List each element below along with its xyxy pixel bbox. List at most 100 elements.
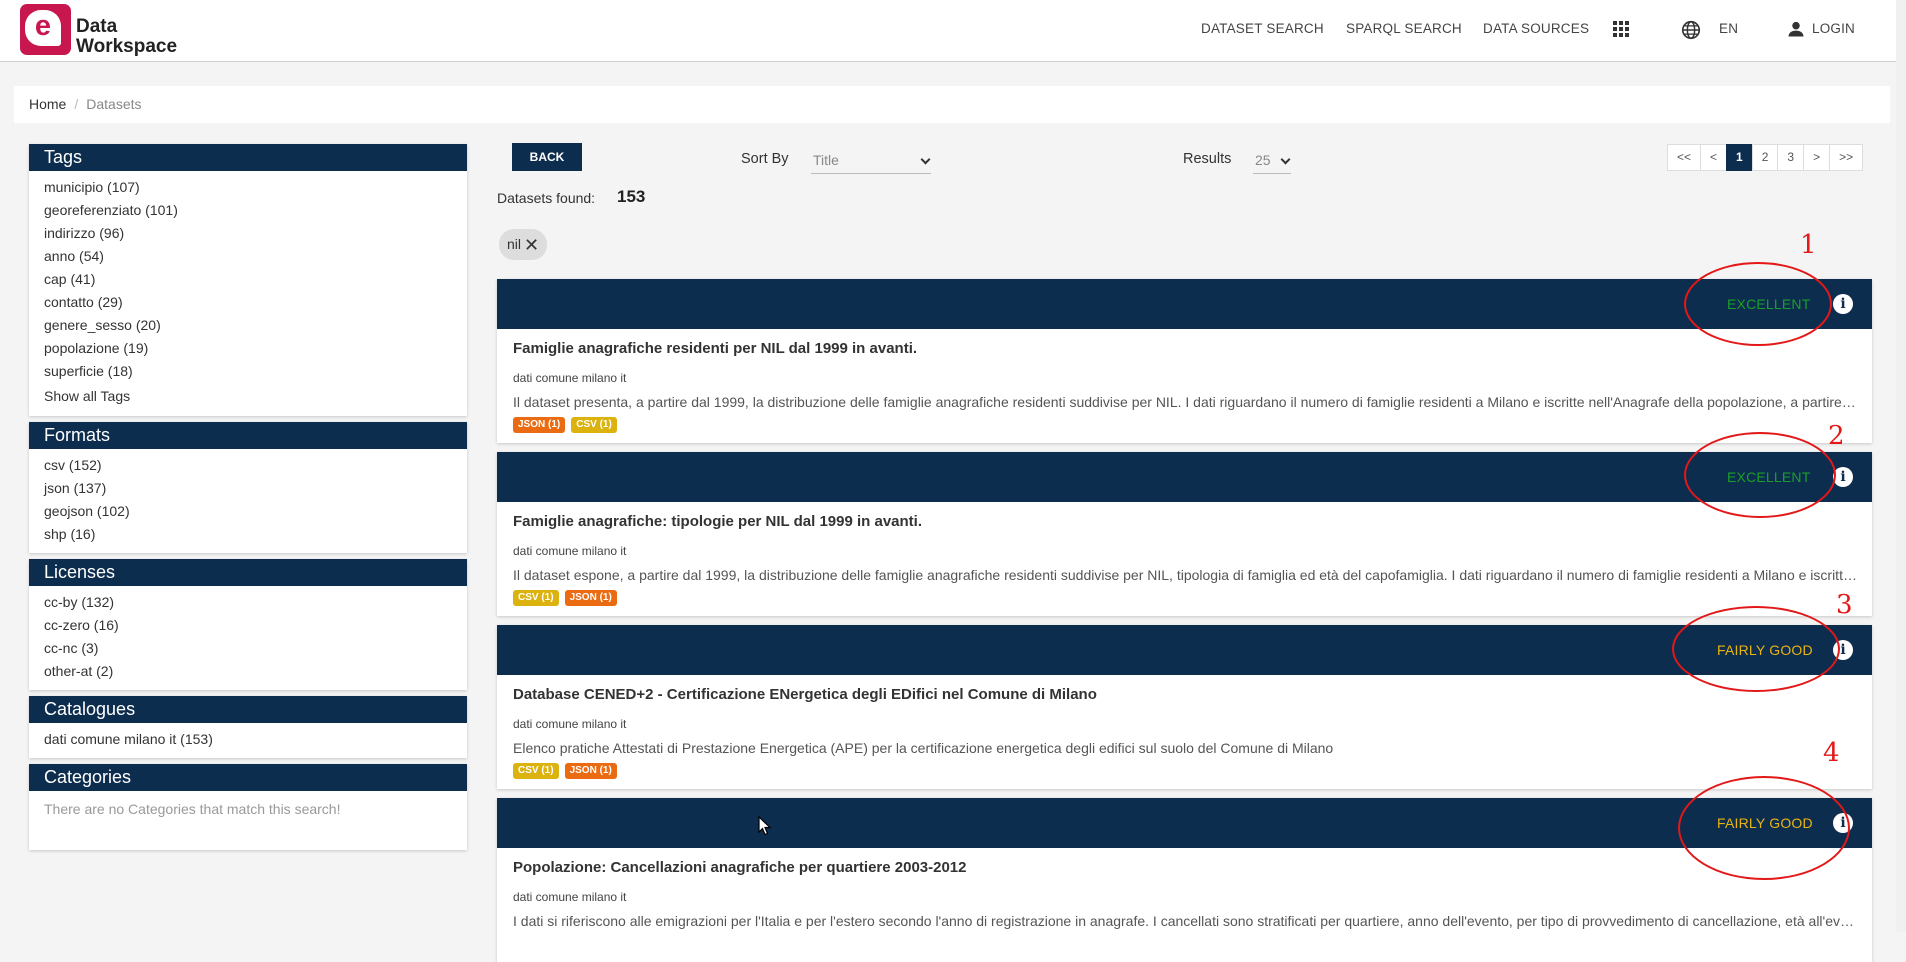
breadcrumb-home[interactable]: Home: [29, 96, 66, 112]
login-link[interactable]: LOGIN: [1812, 21, 1855, 36]
facet-tag-item[interactable]: genere_sesso (20): [44, 314, 452, 337]
page-first-button[interactable]: <<: [1667, 144, 1702, 171]
chevron-down-icon: [920, 154, 931, 165]
facet-catalogue-item[interactable]: dati comune milano it (153): [44, 728, 452, 751]
dataset-description: Il dataset presenta, a partire dal 1999,…: [513, 394, 1858, 410]
datasets-found-count: 153: [617, 187, 646, 206]
facet-catalogues-title: Catalogues: [29, 696, 467, 723]
facet-tag-item[interactable]: popolazione (19): [44, 337, 452, 360]
annotation-ellipse: [1684, 432, 1836, 518]
globe-icon[interactable]: [1680, 19, 1702, 41]
facet-tag-item[interactable]: georeferenziato (101): [44, 199, 452, 222]
sort-by-select[interactable]: Title: [811, 147, 931, 174]
results-per-page-select[interactable]: 25: [1253, 147, 1291, 174]
logo-text-line2: Workspace: [76, 36, 178, 57]
format-badge-json: JSON (1): [564, 590, 617, 606]
page-prev-button[interactable]: <: [1700, 144, 1728, 171]
annotation-ellipse: [1678, 776, 1850, 880]
nav-data-sources[interactable]: DATA SOURCES: [1483, 21, 1589, 36]
dataset-description: Elenco pratiche Attestati di Prestazione…: [513, 740, 1334, 756]
dataset-source: dati comune milano it: [513, 544, 627, 558]
top-header: e Data Workspace DATASET SEARCH SPARQL S…: [0, 0, 1906, 62]
dataset-title[interactable]: Famiglie anagrafiche residenti per NIL d…: [513, 340, 917, 357]
facet-license-item[interactable]: cc-zero (16): [44, 614, 452, 637]
annotation-number: 2: [1828, 421, 1845, 451]
page-1-button[interactable]: 1: [1726, 144, 1753, 171]
facet-license-item[interactable]: cc-by (132): [44, 591, 452, 614]
dataset-title[interactable]: Database CENED+2 - Certificazione ENerge…: [513, 686, 1097, 703]
logo[interactable]: e: [20, 4, 71, 55]
facet-tag-item[interactable]: anno (54): [44, 245, 452, 268]
page-next-button[interactable]: >: [1803, 144, 1831, 171]
logo-text[interactable]: Data Workspace: [76, 17, 177, 57]
facet-licenses-title: Licenses: [29, 559, 467, 586]
facet-categories-title: Categories: [29, 764, 467, 791]
back-button[interactable]: BACK: [512, 143, 582, 171]
format-badge-csv: CSV (1): [513, 590, 559, 606]
annotation-ellipse: [1684, 262, 1832, 346]
chevron-down-icon: [1280, 154, 1291, 165]
facet-categories: Categories There are no Categories that …: [29, 764, 467, 850]
results-label: Results: [1183, 151, 1232, 167]
results-value: 25: [1255, 152, 1271, 168]
page-last-button[interactable]: >>: [1829, 144, 1864, 171]
breadcrumb: Home / Datasets: [14, 86, 1890, 123]
show-all-tags-link[interactable]: Show all Tags: [44, 383, 452, 409]
facet-tag-item[interactable]: indirizzo (96): [44, 222, 452, 245]
format-badge-csv: CSV (1): [571, 417, 617, 433]
page-scrollbar[interactable]: [1896, 0, 1906, 932]
dataset-card[interactable]: EXCELLENT i Famiglie anagrafiche: tipolo…: [497, 452, 1872, 616]
filter-chip-label: nil: [507, 236, 522, 252]
annotation-number: 1: [1800, 230, 1817, 260]
format-badge-json: JSON (1): [564, 763, 617, 779]
filter-chip[interactable]: nil ✕: [499, 229, 548, 261]
dataset-description: Il dataset espone, a partire dal 1999, l…: [513, 567, 1858, 583]
breadcrumb-current: Datasets: [86, 96, 142, 112]
facet-tag-item[interactable]: cap (41): [44, 268, 452, 291]
page-2-button[interactable]: 2: [1751, 144, 1779, 171]
language-label[interactable]: EN: [1719, 21, 1738, 36]
facet-sidebar: Tags municipio (107) georeferenziato (10…: [29, 144, 467, 856]
facet-tag-item[interactable]: contatto (29): [44, 291, 452, 314]
facet-catalogues: Catalogues dati comune milano it (153): [29, 696, 467, 758]
annotation-number: 4: [1823, 738, 1840, 768]
dataset-card[interactable]: FAIRLY GOOD i Database CENED+2 - Certifi…: [497, 625, 1872, 789]
dataset-card[interactable]: EXCELLENT i Famiglie anagrafiche residen…: [497, 279, 1872, 443]
annotation-number: 3: [1836, 590, 1853, 620]
info-icon[interactable]: i: [1833, 294, 1853, 314]
card-header: EXCELLENT i: [497, 279, 1872, 329]
dataset-source: dati comune milano it: [513, 890, 627, 904]
logo-letter: e: [25, 10, 61, 46]
facet-formats: Formats csv (152) json (137) geojson (10…: [29, 422, 467, 553]
facet-format-item[interactable]: shp (16): [44, 523, 452, 546]
pagination: << < 1 2 3 > >>: [1667, 144, 1864, 171]
user-icon[interactable]: [1786, 19, 1806, 39]
format-badge-csv: CSV (1): [513, 763, 559, 779]
facet-tag-item[interactable]: municipio (107): [44, 176, 452, 199]
mouse-cursor-icon: [758, 816, 772, 836]
facet-license-item[interactable]: cc-nc (3): [44, 637, 452, 660]
dataset-title[interactable]: Popolazione: Cancellazioni anagrafiche p…: [513, 859, 967, 876]
dataset-title[interactable]: Famiglie anagrafiche: tipologie per NIL …: [513, 513, 922, 530]
page-3-button[interactable]: 3: [1777, 144, 1805, 171]
annotation-ellipse: [1672, 606, 1840, 692]
apps-grid-icon[interactable]: [1613, 21, 1629, 37]
format-badge-json: JSON (1): [513, 417, 566, 433]
facet-format-item[interactable]: geojson (102): [44, 500, 452, 523]
nav-dataset-search[interactable]: DATASET SEARCH: [1201, 21, 1324, 36]
dataset-description: I dati si riferiscono alle emigrazioni p…: [513, 913, 1858, 929]
facet-categories-empty: There are no Categories that match this …: [44, 801, 341, 817]
dataset-card[interactable]: FAIRLY GOOD i Popolazione: Cancellazioni…: [497, 798, 1872, 962]
dataset-source: dati comune milano it: [513, 371, 627, 385]
nav-sparql-search[interactable]: SPARQL SEARCH: [1346, 21, 1462, 36]
facet-format-item[interactable]: csv (152): [44, 454, 452, 477]
facet-tags-title: Tags: [29, 144, 467, 171]
facet-format-item[interactable]: json (137): [44, 477, 452, 500]
facet-licenses: Licenses cc-by (132) cc-zero (16) cc-nc …: [29, 559, 467, 690]
dataset-source: dati comune milano it: [513, 717, 627, 731]
card-header: EXCELLENT i: [497, 452, 1872, 502]
info-icon[interactable]: i: [1833, 467, 1853, 487]
facet-tag-item[interactable]: superficie (18): [44, 360, 452, 383]
close-icon[interactable]: ✕: [524, 230, 539, 261]
facet-license-item[interactable]: other-at (2): [44, 660, 452, 683]
